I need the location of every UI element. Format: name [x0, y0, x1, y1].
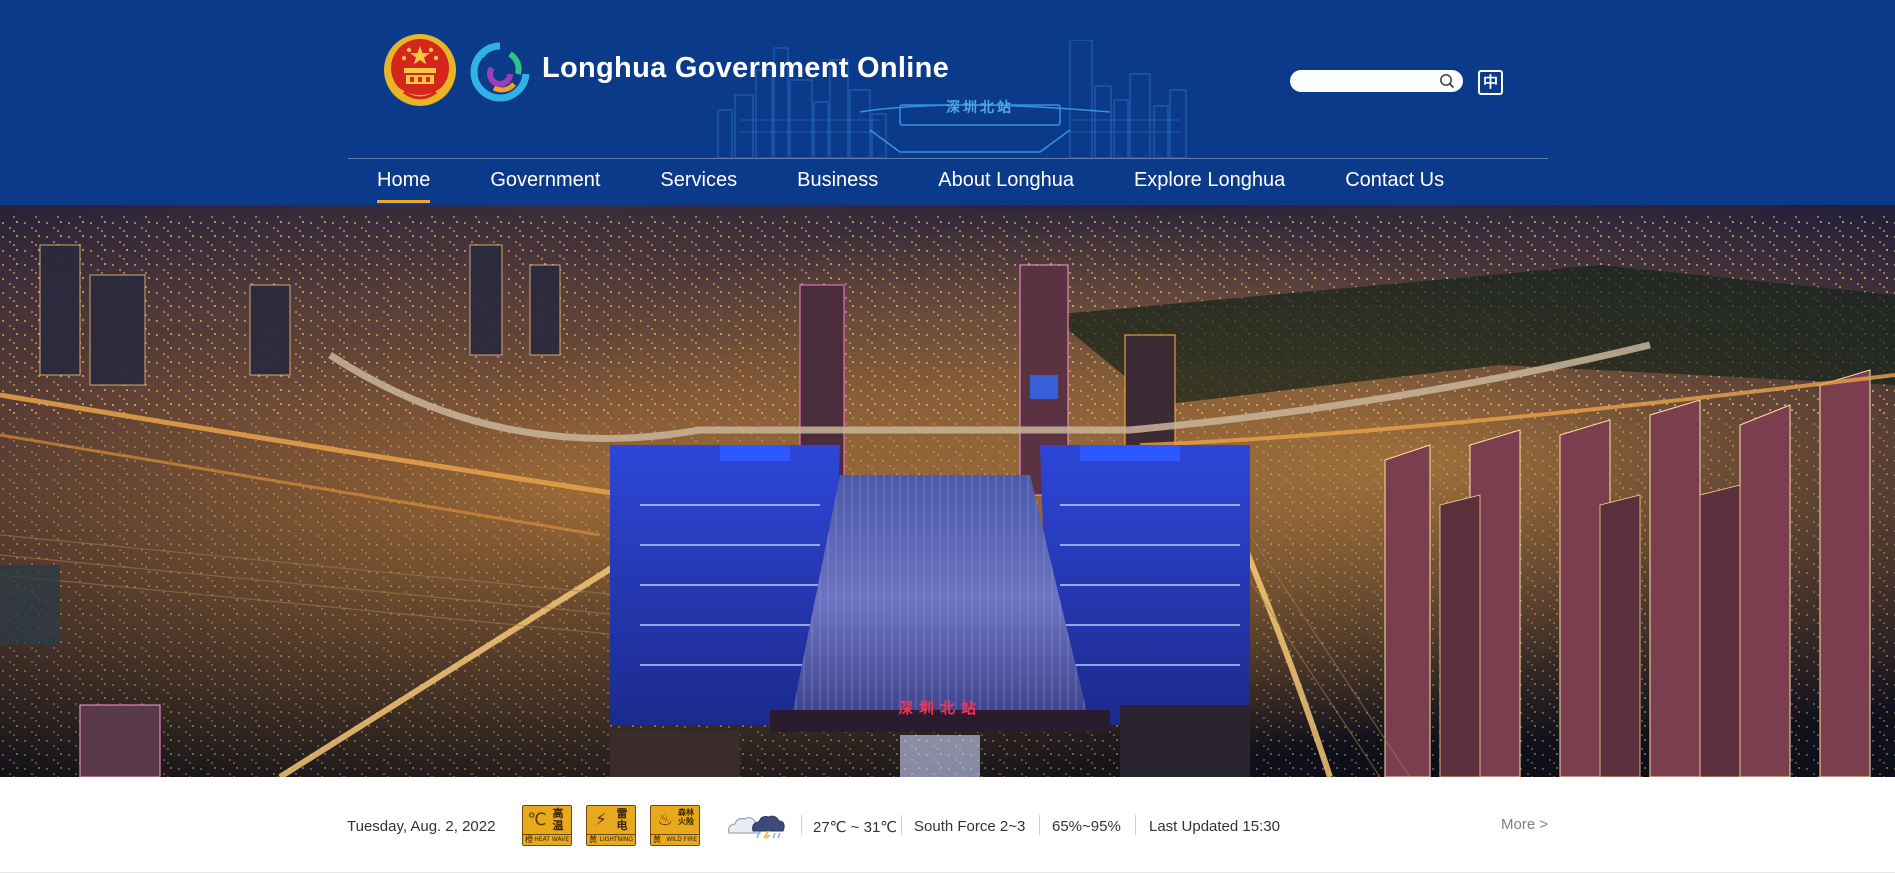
national-emblem-icon [384, 34, 456, 106]
warning-cn-label: 森林火险 [678, 808, 694, 826]
station-sign: 深圳北站 [898, 699, 982, 717]
warning-glyph: ♨ [657, 810, 673, 830]
search-icon[interactable] [1439, 73, 1455, 89]
warning-band: 黄 WILD FIRE [651, 834, 699, 845]
divider [1135, 815, 1136, 835]
heat-warning-icon[interactable]: ℃ 高温 橙 HEAT WAVE [522, 805, 572, 846]
warning-band: 橙 HEAT WAVE [523, 834, 571, 845]
language-switch-button[interactable]: 中 [1478, 70, 1503, 95]
more-link[interactable]: More > [1501, 816, 1548, 833]
temperature-range: 27℃ ~ 31℃ [813, 819, 898, 836]
nav-item-business[interactable]: Business [797, 159, 878, 205]
warning-level: 黄 [653, 835, 661, 844]
hero-banner[interactable]: 深圳北站 [0, 205, 1895, 777]
warning-level: 黄 [589, 835, 597, 844]
search-box [1290, 70, 1463, 92]
station-caption: 深圳北站 [946, 100, 1014, 116]
nav-item-explore-longhua[interactable]: Explore Longhua [1134, 159, 1285, 205]
warning-cn-label: 雷电 [616, 807, 628, 832]
weather-info-bar: Tuesday, Aug. 2, 2022 ℃ 高温 橙 HEAT WAVE ⚡… [0, 777, 1895, 873]
divider [1039, 815, 1040, 835]
warning-glyph: ℃ [527, 810, 547, 830]
main-nav: Home Government Services Business About … [348, 159, 1548, 205]
nav-item-services[interactable]: Services [660, 159, 737, 205]
wildfire-warning-icon[interactable]: ♨ 森林火险 黄 WILD FIRE [650, 805, 700, 846]
warning-glyph: ⚡ [595, 810, 607, 830]
wind-info: South Force 2~3 [914, 818, 1026, 835]
warning-level: 橙 [525, 835, 533, 844]
warning-en-label: HEAT WAVE [534, 836, 569, 843]
cloudy-thunderstorm-icon [728, 815, 785, 841]
hero-image: 深圳北站 [0, 205, 1895, 777]
site-title[interactable]: Longhua Government Online [542, 52, 949, 85]
search-input[interactable] [1300, 72, 1430, 90]
divider [801, 815, 802, 835]
nav-item-home[interactable]: Home [377, 159, 431, 205]
lightning-warning-icon[interactable]: ⚡ 雷电 黄 LIGHTNING [586, 805, 636, 846]
warning-band: 黄 LIGHTNING [587, 834, 635, 845]
nav-item-government[interactable]: Government [490, 159, 600, 205]
last-updated: Last Updated 15:30 [1149, 818, 1280, 835]
warning-en-label: WILD FIRE [666, 836, 697, 843]
longhua-logo-icon [470, 42, 530, 102]
current-date: Tuesday, Aug. 2, 2022 [347, 818, 496, 835]
warning-cn-label: 高温 [552, 807, 564, 832]
nav-item-contact-us[interactable]: Contact Us [1345, 159, 1444, 205]
warning-en-label: LIGHTNING [599, 836, 633, 843]
site-header: Longhua Government Online 深圳北站 中 Home Go… [0, 0, 1895, 205]
nav-item-about-longhua[interactable]: About Longhua [938, 159, 1074, 205]
humidity-info: 65%~95% [1052, 818, 1121, 835]
divider [901, 815, 902, 835]
